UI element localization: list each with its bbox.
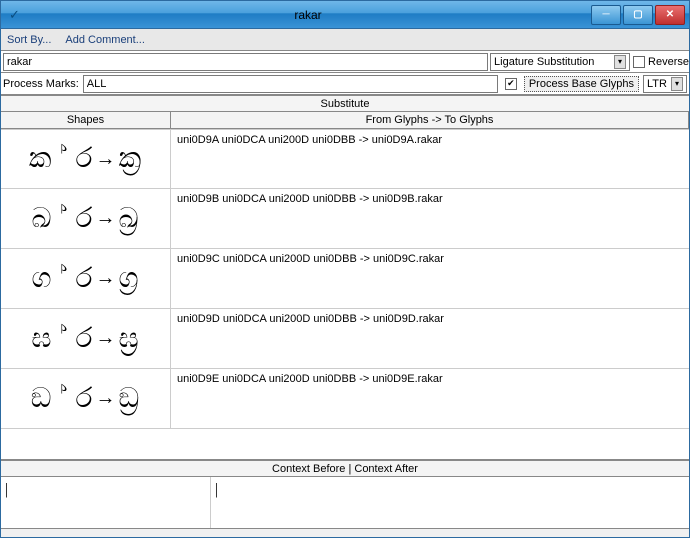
- chevron-down-icon: ▾: [614, 55, 626, 69]
- col-header-glyphs[interactable]: From Glyphs -> To Glyphs: [171, 112, 689, 128]
- titlebar[interactable]: ✓ rakar ─ ▢ ✕: [1, 1, 689, 29]
- table-row[interactable]: ඝ ් ර → ඝ්‍ර uni0D9D uni0DCA uni200D uni…: [1, 309, 689, 369]
- shape-cell: ක ් ර → ක්‍ර: [1, 130, 171, 188]
- window-controls: ─ ▢ ✕: [591, 5, 685, 25]
- lookup-name-input[interactable]: [3, 53, 488, 71]
- arrow-icon: →: [95, 387, 116, 410]
- shape-cell: ඞ ් ර → ඞ්‍ර: [1, 369, 171, 428]
- glyph-cell: uni0D9A uni0DCA uni200D uni0DBB -> uni0D…: [171, 130, 689, 188]
- toolbar-row-1: Ligature Substitution ▾ Reverse: [1, 51, 689, 73]
- glyph-cell: uni0D9E uni0DCA uni200D uni0DBB -> uni0D…: [171, 369, 689, 428]
- context-body: | |: [1, 477, 689, 529]
- toolbar-row-2: Process Marks: ✔ Process Base Glyphs LTR…: [1, 73, 689, 95]
- menubar: Sort By... Add Comment...: [1, 29, 689, 51]
- shape-dst: ඞ්‍ර: [118, 383, 140, 415]
- menu-sort-by[interactable]: Sort By...: [7, 34, 51, 46]
- shape-src: ඞ ් ර: [31, 383, 94, 415]
- column-headers: Shapes From Glyphs -> To Glyphs: [1, 112, 689, 129]
- arrow-icon: →: [95, 267, 116, 290]
- shape-src: ඝ ් ර: [31, 323, 93, 355]
- shape-dst: ඛ්‍ර: [118, 203, 139, 235]
- footer-space: [1, 529, 689, 537]
- context-header: Context Before | Context After: [1, 460, 689, 477]
- context-before-cell[interactable]: |: [1, 477, 211, 528]
- shape-cell: ඛ ් ර → ඛ්‍ර: [1, 189, 171, 248]
- process-marks-input[interactable]: [83, 75, 498, 93]
- table-row[interactable]: ක ් ර → ක්‍ර uni0D9A uni0DCA uni200D uni…: [1, 129, 689, 189]
- glyph-cell: uni0D9D uni0DCA uni200D uni0DBB -> uni0D…: [171, 309, 689, 368]
- direction-value: LTR: [647, 78, 667, 90]
- shape-cell: ඝ ් ර → ඝ්‍ර: [1, 309, 171, 368]
- arrow-icon: →: [95, 207, 116, 230]
- process-base-checkbox[interactable]: ✔: [505, 78, 517, 90]
- close-button[interactable]: ✕: [655, 5, 685, 25]
- shape-src: ක ් ර: [29, 143, 94, 175]
- substitution-table[interactable]: ක ් ර → ක්‍ර uni0D9A uni0DCA uni200D uni…: [1, 129, 689, 460]
- glyph-cell: uni0D9C uni0DCA uni200D uni0DBB -> uni0D…: [171, 249, 689, 308]
- shape-cell: ග ් ර → ග්‍ර: [1, 249, 171, 308]
- shape-src: ඛ ් ර: [32, 203, 94, 235]
- lookup-type-value: Ligature Substitution: [494, 56, 594, 68]
- arrow-icon: →: [95, 327, 116, 350]
- app-window: ✓ rakar ─ ▢ ✕ Sort By... Add Comment... …: [0, 0, 690, 538]
- maximize-button[interactable]: ▢: [623, 5, 653, 25]
- substitute-header: Substitute: [1, 95, 689, 112]
- table-row[interactable]: ග ් ර → ග්‍ර uni0D9C uni0DCA uni200D uni…: [1, 249, 689, 309]
- menu-add-comment[interactable]: Add Comment...: [65, 34, 144, 46]
- glyph-cell: uni0D9B uni0DCA uni200D uni0DBB -> uni0D…: [171, 189, 689, 248]
- shape-dst: ක්‍ර: [118, 143, 142, 175]
- table-row[interactable]: ඛ ් ර → ඛ්‍ර uni0D9B uni0DCA uni200D uni…: [1, 189, 689, 249]
- direction-dropdown[interactable]: LTR ▾: [643, 75, 687, 93]
- shape-src: ග ් ර: [32, 263, 94, 295]
- reverse-label: Reverse: [648, 56, 689, 68]
- chevron-down-icon: ▾: [671, 77, 683, 91]
- lookup-type-dropdown[interactable]: Ligature Substitution ▾: [490, 53, 630, 71]
- reverse-checkbox[interactable]: [633, 56, 645, 68]
- col-header-shapes[interactable]: Shapes: [1, 112, 171, 128]
- table-row[interactable]: ඞ ් ර → ඞ්‍ර uni0D9E uni0DCA uni200D uni…: [1, 369, 689, 429]
- minimize-button[interactable]: ─: [591, 5, 621, 25]
- context-after-cell[interactable]: |: [211, 477, 689, 528]
- arrow-icon: →: [95, 148, 116, 171]
- shape-dst: ඝ්‍ර: [118, 323, 139, 355]
- shape-dst: ග්‍ර: [118, 263, 139, 295]
- app-icon: ✓: [9, 7, 25, 23]
- window-title: rakar: [25, 8, 591, 22]
- process-marks-label: Process Marks:: [3, 78, 79, 90]
- process-base-glyphs-button[interactable]: Process Base Glyphs: [524, 76, 639, 92]
